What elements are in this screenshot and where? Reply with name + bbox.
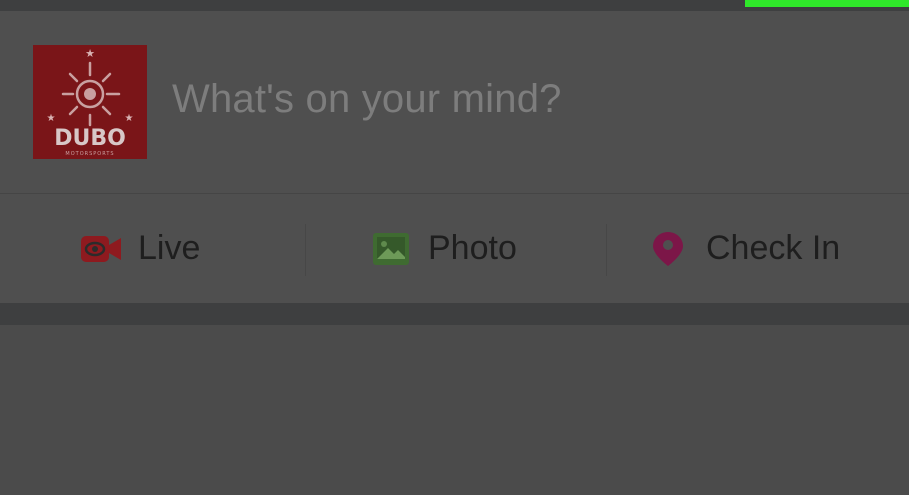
check-in-button[interactable]: Check In (652, 194, 840, 303)
composer-actions: Live Photo Check In (0, 194, 909, 303)
svg-text:★: ★ (125, 113, 134, 124)
live-label: Live (138, 229, 201, 267)
location-pin-icon (653, 231, 683, 266)
action-separator (305, 224, 306, 276)
section-gap (0, 303, 909, 325)
live-video-icon (81, 235, 121, 262)
composer-input-row[interactable]: ★ ★ ★ DUBO MOTORSPORTS What's on your mi… (0, 11, 909, 193)
progress-indicator (745, 0, 909, 7)
action-separator (606, 224, 607, 276)
svg-text:DUBO: DUBO (54, 126, 126, 151)
post-composer: ★ ★ ★ DUBO MOTORSPORTS What's on your mi… (0, 11, 909, 303)
photo-button[interactable]: Photo (372, 194, 517, 303)
dubo-logo: ★ ★ ★ DUBO MOTORSPORTS (33, 45, 147, 159)
status-prompt[interactable]: What's on your mind? (172, 77, 562, 122)
feed-area (0, 325, 909, 495)
photo-icon (373, 232, 409, 265)
check-in-label: Check In (706, 229, 841, 267)
svg-text:MOTORSPORTS: MOTORSPORTS (65, 151, 114, 157)
live-button[interactable]: Live (80, 194, 200, 303)
photo-label: Photo (428, 229, 517, 267)
svg-text:★: ★ (47, 113, 56, 124)
svg-text:★: ★ (85, 47, 95, 60)
avatar[interactable]: ★ ★ ★ DUBO MOTORSPORTS (33, 45, 147, 159)
